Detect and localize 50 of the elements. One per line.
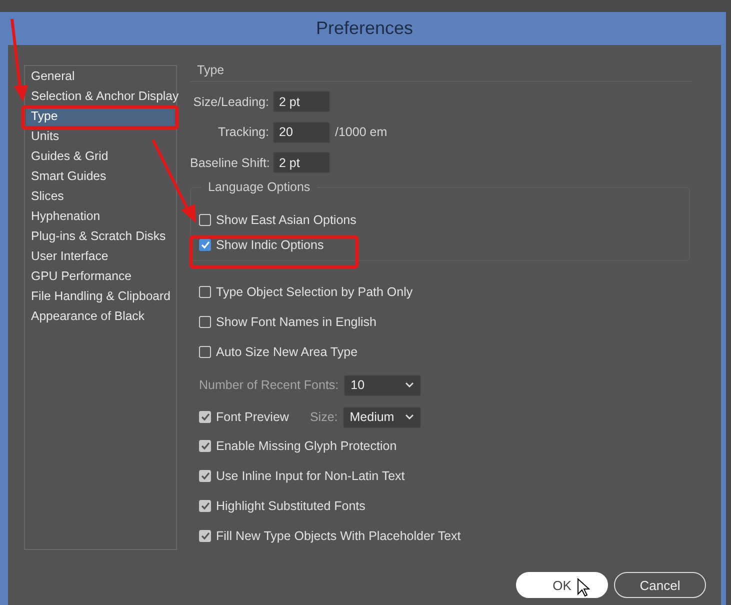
field-label: Tracking: <box>217 125 270 140</box>
checkbox[interactable] <box>199 316 211 328</box>
checkbox[interactable] <box>199 346 211 358</box>
sidebar-item[interactable]: General <box>26 66 175 86</box>
window-title: Preferences <box>316 18 414 39</box>
checkbox[interactable] <box>199 530 211 542</box>
sidebar-item[interactable]: Smart Guides <box>26 166 175 186</box>
input-field[interactable]: 2 pt <box>273 91 330 112</box>
sidebar-item[interactable]: Appearance of Black <box>26 306 175 326</box>
dropdown[interactable]: Medium <box>342 406 421 428</box>
checkbox-label: Font Preview <box>216 410 289 424</box>
checkbox-label: Show Font Names in English <box>216 315 376 330</box>
sidebar-item[interactable]: Slices <box>26 186 175 206</box>
unit-label: /1000 em <box>335 125 388 140</box>
checkbox-label: Fill New Type Objects With Placeholder Text <box>216 529 461 544</box>
checkbox[interactable] <box>199 411 211 424</box>
section-title: Type <box>190 63 692 82</box>
chevron-down-icon <box>404 382 414 388</box>
checkbox-label: Enable Missing Glyph Protection <box>216 439 397 454</box>
checkbox[interactable] <box>199 500 211 512</box>
cursor-icon <box>577 578 590 597</box>
input-field[interactable]: 20 <box>273 122 330 143</box>
sidebar-item[interactable]: Plug-ins & Scratch Disks <box>26 226 175 246</box>
field-label: Baseline Shift: <box>190 156 271 170</box>
checkbox-label: Highlight Substituted Fonts <box>216 499 366 514</box>
select-label: Size: <box>310 410 338 424</box>
select-label: Number of Recent Fonts: <box>199 378 339 392</box>
sidebar-item[interactable]: User Interface <box>26 246 175 266</box>
checkbox-label: Show East Asian Options <box>216 212 356 227</box>
checkbox[interactable] <box>199 238 211 251</box>
checkbox-label: Auto Size New Area Type <box>216 345 358 360</box>
sidebar-item[interactable]: File Handling & Clipboard <box>26 286 175 306</box>
checkbox[interactable] <box>199 214 211 226</box>
chevron-down-icon <box>404 414 414 420</box>
field-label: Size/Leading: <box>192 94 270 109</box>
group-title: Language Options <box>201 180 318 194</box>
sidebar-item[interactable]: GPU Performance <box>26 266 175 286</box>
cancel-button[interactable]: Cancel <box>614 572 706 598</box>
checkbox[interactable] <box>199 440 211 452</box>
input-field[interactable]: 2 pt <box>273 152 330 174</box>
dropdown[interactable]: 10 <box>344 374 421 396</box>
sidebar-item[interactable]: Guides & Grid <box>26 146 175 166</box>
sidebar-item[interactable]: Units <box>26 126 175 146</box>
checkbox[interactable] <box>199 470 211 482</box>
checkbox[interactable] <box>199 286 211 298</box>
checkbox-label: Use Inline Input for Non-Latin Text <box>216 469 405 484</box>
checkbox-label: Type Object Selection by Path Only <box>216 285 413 300</box>
checkbox-label: Show Indic Options <box>216 238 324 252</box>
ok-button[interactable]: OK <box>516 572 608 598</box>
sidebar-item[interactable]: Hyphenation <box>26 206 175 226</box>
